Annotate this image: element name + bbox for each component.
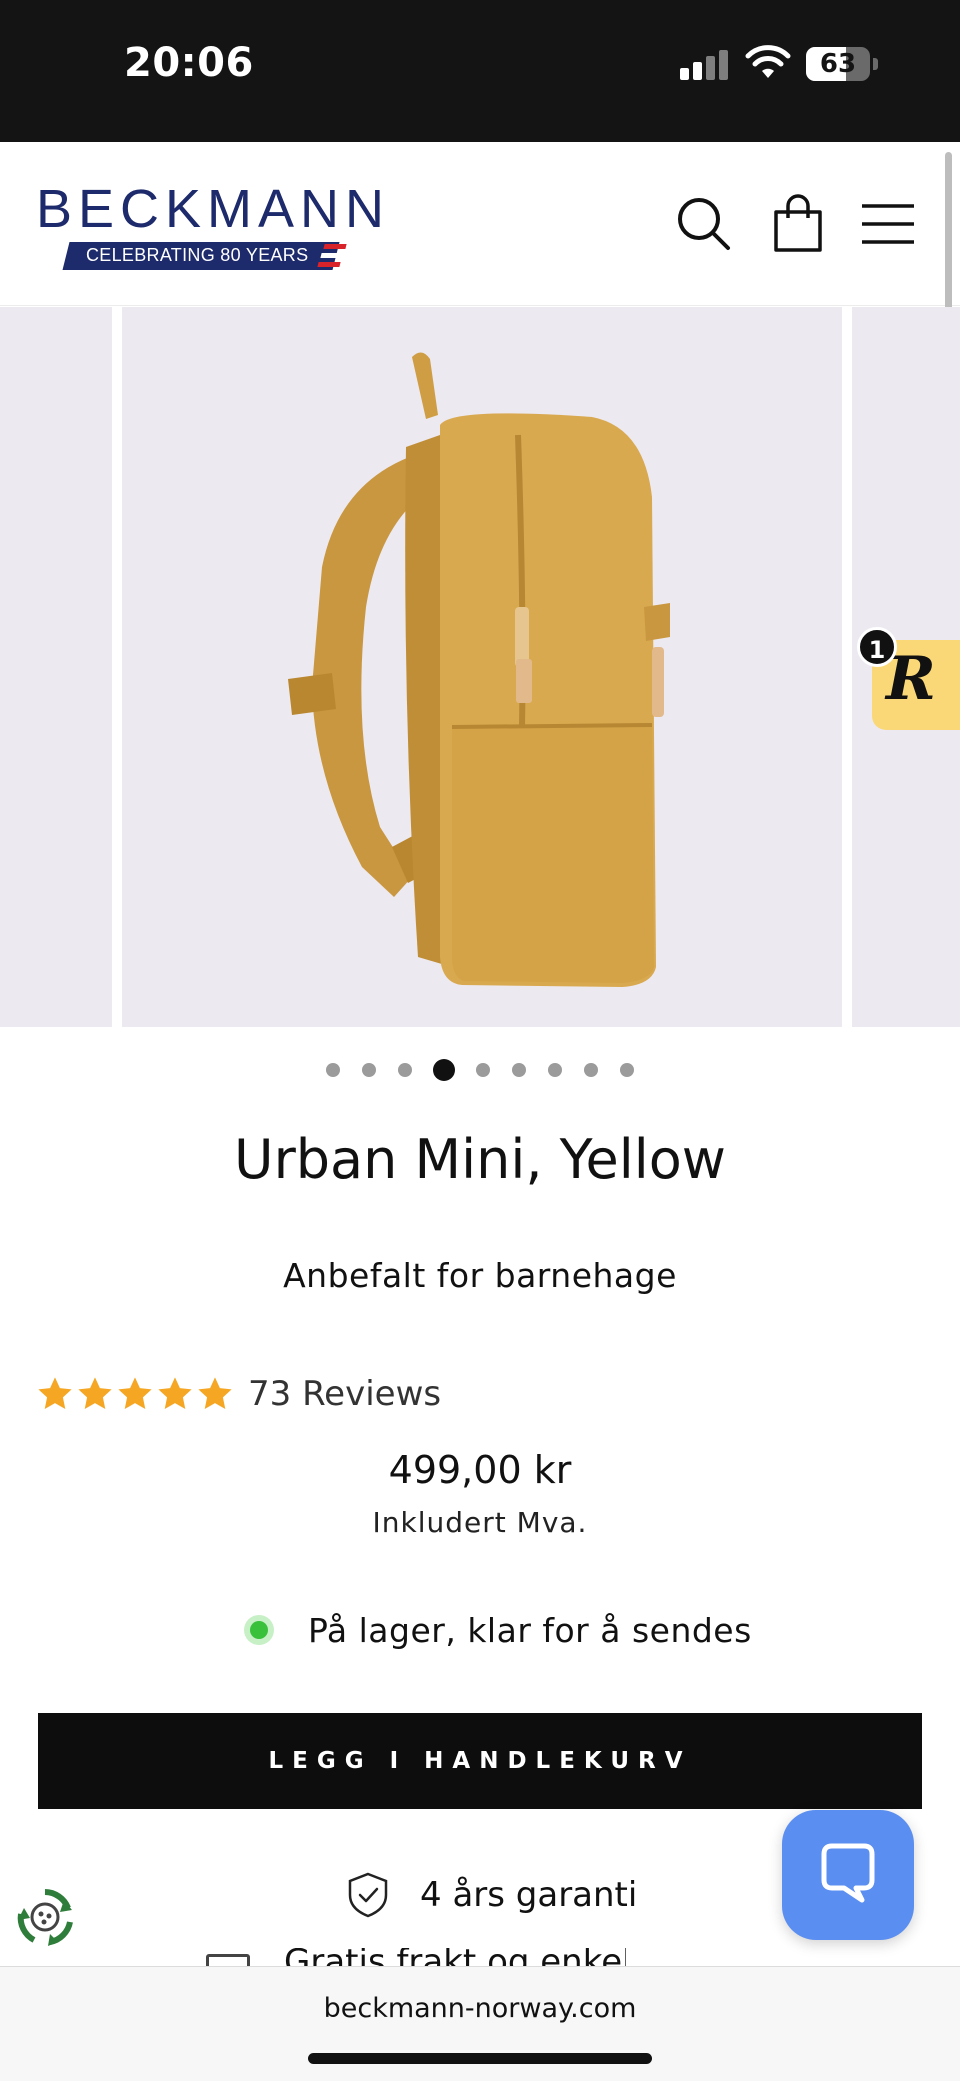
home-indicator[interactable] [308,2053,652,2064]
chat-button[interactable] [782,1810,914,1940]
beckmann-logo[interactable]: BECKMANN CELEBRATING 80 YEARS [36,182,384,274]
status-time: 20:06 [124,40,254,86]
menu-icon[interactable] [856,192,920,256]
browser-address-bar[interactable]: beckmann-norway.com [0,1966,960,2081]
logo-stripe-red-2 [317,262,341,267]
search-icon[interactable] [672,192,736,256]
product-image [288,352,670,987]
battery-percent: 63 [819,49,857,79]
in-stock-dot-icon [244,1615,274,1645]
product-gallery[interactable] [0,307,960,1027]
logo-wordmark: BECKMANN [36,179,391,239]
eco-recycle-badge[interactable] [14,1886,76,1948]
gallery-dot[interactable] [620,1063,634,1077]
rewards-count-badge: 1 [857,627,897,667]
url-text[interactable]: beckmann-norway.com [0,1993,960,2024]
logo-tagline: CELEBRATING 80 YEARS [86,245,309,265]
star-icon [38,1377,72,1410]
product-subtitle: Anbefalt for barnehage [283,1256,677,1295]
gallery-dot[interactable] [584,1063,598,1077]
gallery-slide-current[interactable] [122,307,941,1027]
gallery-dot[interactable] [326,1063,340,1077]
shipping-info: Gratis frakt og enkel [206,1948,626,1968]
gallery-dot[interactable] [476,1063,490,1077]
site-header: BECKMANN CELEBRATING 80 YEARS [0,142,960,306]
rating-stars [36,1375,236,1413]
shield-check-icon [348,1872,388,1918]
product-price: 499,00 kr [388,1448,572,1492]
stock-status: På lager, klar for å sendes [244,1608,752,1652]
chat-bubble-icon [821,1843,875,1903]
gallery-pagination [0,1058,960,1082]
wifi-icon [744,44,792,80]
shopping-bag-icon[interactable] [766,192,830,256]
star-icon [198,1377,232,1410]
gallery-dot[interactable] [433,1059,455,1081]
gallery-dot[interactable] [512,1063,526,1077]
product-rating[interactable]: 73 Reviews [36,1372,441,1416]
warranty-text: 4 års garanti [420,1875,638,1915]
logo-stripe-red [323,244,347,249]
shipping-text: Gratis frakt og enkel [284,1948,626,1968]
gallery-slide-previous[interactable] [0,307,112,1027]
logo-stripe-white [320,253,344,258]
gallery-dot[interactable] [548,1063,562,1077]
vat-note: Inkludert Mva. [372,1506,588,1539]
star-icon [158,1377,192,1410]
product-title: Urban Mini, Yellow [234,1128,726,1191]
star-icon [78,1377,112,1410]
battery-indicator: 63 [806,47,870,81]
battery-tip [873,58,878,70]
warranty-info: 4 års garanti [346,1870,637,1920]
gallery-dot[interactable] [398,1063,412,1077]
reviews-link[interactable]: 73 Reviews [248,1374,441,1414]
status-bar: 20:06 63 [0,0,960,142]
stock-status-text: På lager, klar for å sendes [308,1610,752,1650]
gallery-dot[interactable] [362,1063,376,1077]
cellular-signal-icon [680,50,732,80]
add-to-cart-button[interactable]: LEGG I HANDLEKURV [38,1713,922,1809]
star-icon [118,1377,152,1410]
